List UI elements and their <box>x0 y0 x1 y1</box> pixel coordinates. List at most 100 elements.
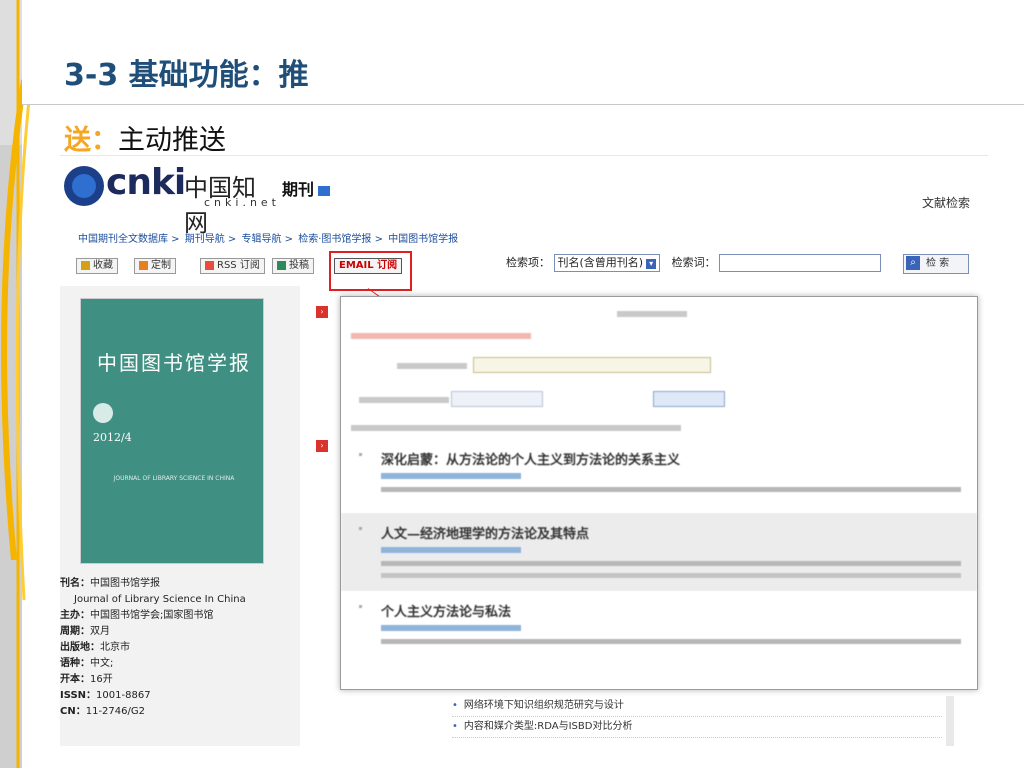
literature-search-link[interactable]: 文献检索 <box>922 194 970 211</box>
search-area: 检索项： 刊名(含曾用刊名) ▾ 检索词： <box>506 254 882 272</box>
slide-subtitle: 送：主动推送 <box>64 118 226 157</box>
chevron-down-icon: ▾ <box>646 259 657 269</box>
bullet-icon: • <box>452 700 458 711</box>
popup-radio-options[interactable] <box>359 397 449 403</box>
article-item[interactable]: 个人主义方法论与私法 <box>341 591 977 677</box>
favorite-label: 收藏 <box>93 260 113 271</box>
logo-domain: cnki.net <box>204 196 280 209</box>
popup-subscribe-button[interactable] <box>653 391 725 407</box>
article-title[interactable]: 人文—经济地理学的方法论及其特点 <box>381 523 589 542</box>
info-value: 11-2746/G2 <box>85 706 145 717</box>
article-title[interactable]: 个人主义方法论与私法 <box>381 601 511 620</box>
popup-content: 深化启蒙：从方法论的个人主义到方法论的关系主义 人文—经济地理学的方法论及其特点… <box>341 297 977 689</box>
submit-label: 投稿 <box>289 260 309 271</box>
info-key: 刊名： <box>60 578 90 589</box>
cnki-screenshot: cnki 中国知网 cnki.net 期刊 文献检索 中国期刊全文数据库 > 期… <box>60 155 988 746</box>
info-key: 周期： <box>60 626 90 637</box>
expand-icon[interactable]: › <box>316 306 328 318</box>
breadcrumb-item[interactable]: 专辑导航 > <box>242 234 294 245</box>
info-row: 出版地：北京市 <box>60 640 246 656</box>
info-value: 中国图书馆学会;国家图书馆 <box>90 610 214 621</box>
journal-cover[interactable]: 中国图书馆学报 2012/4 JOURNAL OF LIBRARY SCIENC… <box>80 298 264 564</box>
article-abstract <box>381 561 961 566</box>
slide-title: 3-3 基础功能：推 <box>64 58 309 93</box>
article-list: • 网络环境下知识组织规范研究与设计 • 内容和媒介类型:RDA与ISBD对比分析 <box>452 696 942 738</box>
info-key: 主办： <box>60 610 90 621</box>
article-item[interactable]: 人文—经济地理学的方法论及其特点 <box>341 513 977 591</box>
info-row: 开本：16开 <box>60 672 246 688</box>
subtitle-accent: 送： <box>64 125 118 156</box>
breadcrumb: 中国期刊全文数据库 > 期刊导航 > 专辑导航 > 检索·图书馆学报 > 中国图… <box>78 230 460 245</box>
bullet-icon <box>359 605 362 608</box>
bullet-icon <box>359 453 362 456</box>
info-key: 开本： <box>60 674 90 685</box>
breadcrumb-item[interactable]: 中国图书馆学报 <box>388 234 458 245</box>
bookmark-icon <box>81 260 90 270</box>
article-title[interactable]: 深化启蒙：从方法论的个人主义到方法论的关系主义 <box>381 449 680 468</box>
customize-button[interactable]: 定制 <box>134 258 176 274</box>
article-abstract-line2 <box>381 573 961 578</box>
expand-icon[interactable]: › <box>316 440 328 452</box>
submit-icon <box>277 260 286 270</box>
popup-heading <box>617 311 687 317</box>
logo-text: cnki <box>106 162 186 203</box>
breadcrumb-item[interactable]: 期刊导航 > <box>185 234 237 245</box>
info-row: ISSN：1001-8867 <box>60 688 246 704</box>
search-button-label: 检 索 <box>926 258 950 269</box>
info-row: CN：11-2746/G2 <box>60 704 246 720</box>
search-button[interactable]: ⌕ 检 索 <box>903 254 969 274</box>
info-key: 语种： <box>60 658 90 669</box>
customize-icon <box>139 260 148 270</box>
submit-paper-button[interactable]: 投稿 <box>272 258 314 274</box>
bullet-icon: • <box>452 721 458 732</box>
info-value: 北京市 <box>100 642 130 653</box>
section-title: 期刊 <box>282 176 331 200</box>
favorite-button[interactable]: 收藏 <box>76 258 118 274</box>
cover-issue: 2012/4 <box>93 431 132 444</box>
globe-icon <box>64 166 104 206</box>
info-key: 出版地： <box>60 642 100 653</box>
popup-field-label <box>397 363 467 369</box>
cover-english-title: JOURNAL OF LIBRARY SCIENCE IN CHINA <box>113 475 235 482</box>
keyword-input[interactable] <box>719 254 882 272</box>
info-row: Journal of Library Science In China <box>60 592 246 608</box>
bullet-icon <box>359 527 362 530</box>
list-item-title[interactable]: 网络环境下知识组织规范研究与设计 <box>464 700 624 711</box>
section-title-text: 期刊 <box>282 180 315 199</box>
info-key: ISSN： <box>60 690 97 701</box>
search-icon: ⌕ <box>906 256 920 270</box>
yellow-ribbon-decoration <box>1 0 32 768</box>
cnki-logo[interactable]: cnki 中国知网 cnki.net <box>64 162 276 237</box>
keyword-label: 检索词： <box>671 256 716 269</box>
popup-secondary-input[interactable] <box>451 391 543 407</box>
info-value: 1001-8867 <box>96 690 151 701</box>
search-field-label: 检索项： <box>506 256 550 269</box>
email-subscribe-popup: 深化启蒙：从方法论的个人主义到方法论的关系主义 人文—经济地理学的方法论及其特点… <box>340 296 978 690</box>
rss-label: RSS 订阅 <box>217 260 260 271</box>
breadcrumb-item[interactable]: 检索·图书馆学报 > <box>298 234 383 245</box>
article-abstract <box>381 639 961 644</box>
popup-email-input[interactable] <box>473 357 711 373</box>
info-row: 主办：中国图书馆学会;国家图书馆 <box>60 608 246 624</box>
search-field-select[interactable]: 刊名(含曾用刊名) ▾ <box>553 254 661 272</box>
dropdown-icon[interactable] <box>318 185 331 196</box>
article-item[interactable]: 深化启蒙：从方法论的个人主义到方法论的关系主义 <box>341 439 977 513</box>
article-meta <box>381 547 521 553</box>
rss-subscribe-button[interactable]: RSS 订阅 <box>200 258 265 274</box>
list-item[interactable]: • 网络环境下知识组织规范研究与设计 <box>452 696 942 717</box>
article-meta <box>381 625 521 631</box>
highlight-box <box>329 251 412 291</box>
info-key: CN： <box>60 706 86 717</box>
info-row: 刊名：中国图书馆学报 <box>60 576 246 592</box>
subtitle-text: 主动推送 <box>118 125 226 156</box>
info-row: 语种：中文; <box>60 656 246 672</box>
cover-title: 中国图书馆学报 <box>97 351 251 375</box>
list-item[interactable]: • 内容和媒介类型:RDA与ISBD对比分析 <box>452 717 942 738</box>
article-meta <box>381 473 521 479</box>
title-divider <box>22 104 1024 105</box>
list-item-title[interactable]: 内容和媒介类型:RDA与ISBD对比分析 <box>464 721 633 732</box>
scrollbar[interactable] <box>946 696 954 746</box>
breadcrumb-item[interactable]: 中国期刊全文数据库 > <box>78 234 180 245</box>
info-value: 中国图书馆学报 <box>90 578 160 589</box>
info-value: Journal of Library Science In China <box>74 594 246 605</box>
